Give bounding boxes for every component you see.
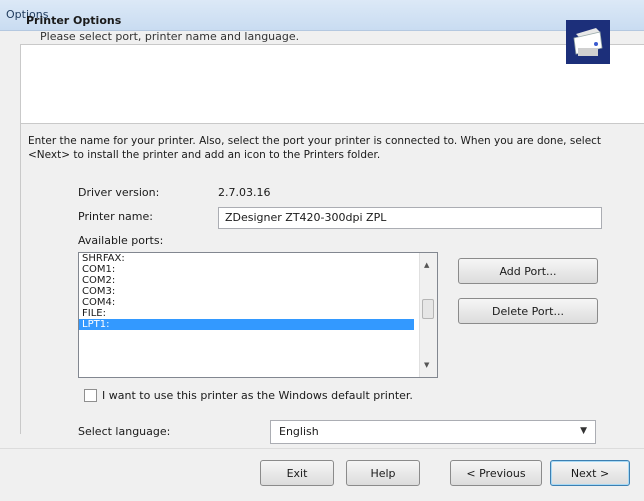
list-item-selected[interactable]: LPT1:: [79, 319, 414, 330]
language-select-value: English: [279, 425, 319, 438]
scroll-up-icon[interactable]: ▲: [424, 261, 429, 269]
ports-scrollbar[interactable]: ▲ ▼: [419, 253, 437, 377]
header-panel: [20, 44, 644, 124]
scrollbar-thumb[interactable]: [422, 299, 434, 319]
select-language-label: Select language:: [78, 425, 171, 438]
previous-button[interactable]: < Previous: [450, 460, 542, 486]
list-item[interactable]: COM2:: [79, 275, 414, 286]
list-item[interactable]: COM3:: [79, 286, 414, 297]
default-printer-checkbox[interactable]: [84, 389, 97, 402]
list-item[interactable]: SHRFAX:: [79, 253, 414, 264]
next-button[interactable]: Next >: [550, 460, 630, 486]
scroll-down-icon[interactable]: ▼: [424, 361, 429, 369]
exit-button[interactable]: Exit: [260, 460, 334, 486]
chevron-down-icon[interactable]: ▼: [580, 426, 587, 436]
printer-icon: [566, 20, 610, 64]
add-port-button[interactable]: Add Port...: [458, 258, 598, 284]
printer-name-label: Printer name:: [78, 210, 153, 223]
header-subtitle: Please select port, printer name and lan…: [40, 30, 300, 43]
language-select[interactable]: English ▼: [270, 420, 596, 444]
description-text: Enter the name for your printer. Also, s…: [28, 135, 602, 161]
driver-version-value: 2.7.03.16: [218, 186, 271, 199]
help-button[interactable]: Help: [346, 460, 420, 486]
delete-port-button[interactable]: Delete Port...: [458, 298, 598, 324]
printer-name-input[interactable]: ZDesigner ZT420-300dpi ZPL: [218, 207, 602, 229]
available-ports-label: Available ports:: [78, 234, 164, 247]
ports-listbox[interactable]: SHRFAX: COM1: COM2: COM3: COM4: FILE: LP…: [78, 252, 438, 378]
list-item[interactable]: FILE:: [79, 308, 414, 319]
driver-version-label: Driver version:: [78, 186, 160, 199]
header-title: Printer Options: [26, 14, 122, 27]
list-item[interactable]: COM1:: [79, 264, 414, 275]
default-printer-label[interactable]: I want to use this printer as the Window…: [102, 389, 413, 402]
list-item[interactable]: COM4:: [79, 297, 414, 308]
